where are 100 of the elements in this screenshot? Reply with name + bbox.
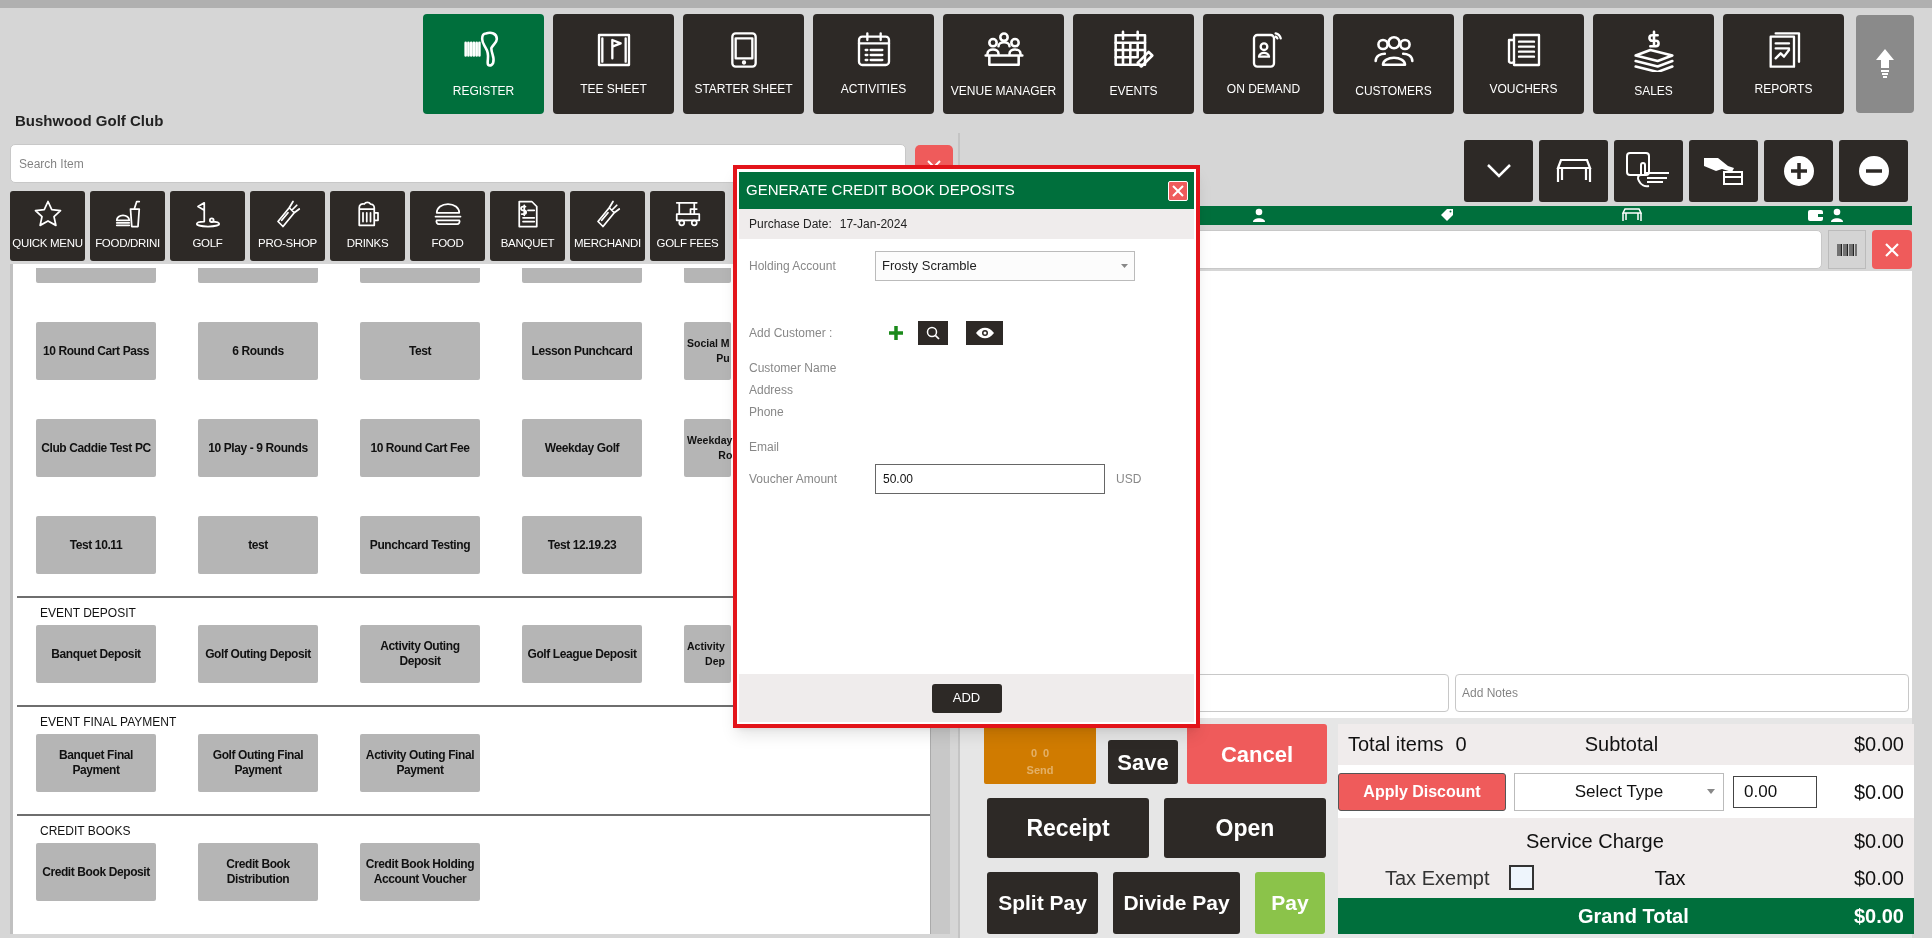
- item-tile[interactable]: Golf Outing Final Payment: [198, 734, 318, 792]
- plus-circle-icon: [1782, 155, 1815, 187]
- item-tile[interactable]: [36, 268, 156, 283]
- add-customer-label: Add Customer :: [749, 325, 834, 342]
- category-button[interactable]: PRO-SHOP: [250, 191, 325, 261]
- item-tile[interactable]: 10 Round Cart Fee: [360, 419, 480, 477]
- item-tile[interactable]: Activity Dep: [684, 625, 731, 683]
- category-button[interactable]: QUICK MENU: [10, 191, 85, 261]
- nav-button[interactable]: ON DEMAND: [1203, 14, 1324, 114]
- item-tile[interactable]: Golf Outing Deposit: [198, 625, 318, 683]
- toolbar-button[interactable]: [1614, 140, 1683, 202]
- item-tile[interactable]: Test 12.19.23: [522, 516, 642, 574]
- category-button[interactable]: GOLF FEES: [650, 191, 725, 261]
- action-button[interactable]: Receipt: [987, 798, 1149, 858]
- purchase-date-value: 17-Jan-2024: [839, 216, 908, 233]
- item-tile[interactable]: Weekday Golf: [522, 419, 642, 477]
- nav-button[interactable]: ACTIVITIES: [813, 14, 934, 114]
- item-tile[interactable]: [684, 268, 731, 283]
- category-button[interactable]: FOOD/DRINI: [90, 191, 165, 261]
- action-button[interactable]: Split Pay: [987, 872, 1098, 934]
- category-button[interactable]: FOOD: [410, 191, 485, 261]
- item-tile[interactable]: Activity Outing Deposit: [360, 625, 480, 683]
- search-field[interactable]: Search Item: [10, 144, 906, 183]
- item-tile[interactable]: [198, 268, 318, 283]
- item-tile[interactable]: Banquet Deposit: [36, 625, 156, 683]
- nav-button[interactable]: REGISTER: [423, 14, 544, 114]
- tax-exempt-checkbox[interactable]: [1509, 865, 1535, 891]
- item-tile[interactable]: 10 Play - 9 Rounds: [198, 419, 318, 477]
- tax-value: $0.00: [1853, 865, 1904, 891]
- discount-type-select[interactable]: Select Type: [1514, 772, 1724, 811]
- item-tile[interactable]: Social M Pu: [684, 322, 731, 380]
- clear-button[interactable]: [1872, 230, 1912, 269]
- nav-button[interactable]: REPORTS: [1723, 14, 1844, 114]
- toolbar-button[interactable]: [1764, 140, 1833, 202]
- service-charge-label: Service Charge: [1526, 828, 1664, 854]
- toolbar-button[interactable]: [1689, 140, 1758, 202]
- nav-button[interactable]: TEE SHEET: [553, 14, 674, 114]
- nav-button[interactable]: CUSTOMERS: [1333, 14, 1454, 114]
- person-icon: [1830, 208, 1844, 222]
- category-button[interactable]: DRINKS: [330, 191, 405, 261]
- nav-button[interactable]: SALES: [1593, 14, 1714, 114]
- customer-field-label: Email: [749, 439, 780, 456]
- plus-icon: [889, 326, 903, 340]
- discount-value-field[interactable]: 0.00: [1733, 775, 1817, 808]
- caret-icon: [1121, 264, 1128, 268]
- item-tile[interactable]: Club Caddie Test PC: [36, 419, 156, 477]
- voucher-amount-label: Voucher Amount: [749, 471, 839, 488]
- action-button[interactable]: Divide Pay: [1113, 872, 1240, 934]
- search-icon: [926, 326, 940, 340]
- item-tile[interactable]: Activity Outing Final Payment: [360, 734, 480, 792]
- grand-total-label: Grand Total: [1578, 904, 1689, 929]
- item-tile[interactable]: [522, 268, 642, 283]
- discount-amount-value: $0.00: [1853, 779, 1904, 805]
- close-button[interactable]: [1168, 180, 1188, 201]
- item-tile[interactable]: 6 Rounds: [198, 322, 318, 380]
- item-tile[interactable]: Weekday Ro: [684, 419, 731, 477]
- barcode-button[interactable]: [1828, 230, 1866, 269]
- action-button[interactable]: Save: [1108, 740, 1178, 784]
- toolbar-button[interactable]: [1539, 140, 1608, 202]
- item-tile[interactable]: Credit Book Distribution: [198, 843, 318, 901]
- item-tile[interactable]: Test 10.11: [36, 516, 156, 574]
- toolbar-button[interactable]: [1839, 140, 1908, 202]
- category-button[interactable]: BANQUET: [490, 191, 565, 261]
- action-button[interactable]: Open: [1164, 798, 1326, 858]
- item-tile[interactable]: Credit Book Deposit: [36, 843, 156, 901]
- nav-button[interactable]: VOUCHERS: [1463, 14, 1584, 114]
- add-button[interactable]: ADD: [931, 683, 1002, 713]
- nav-button[interactable]: VENUE MANAGER: [943, 14, 1064, 114]
- item-tile[interactable]: Golf League Deposit: [522, 625, 642, 683]
- table-icon: [1555, 158, 1592, 184]
- item-tile[interactable]: [360, 268, 480, 283]
- item-tile[interactable]: 10 Round Cart Pass: [36, 322, 156, 380]
- tax-exempt-label: Tax Exempt: [1385, 865, 1490, 891]
- eye-icon: [974, 327, 995, 339]
- total-items-value: 0: [1455, 732, 1467, 758]
- add-customer-button[interactable]: [889, 326, 903, 340]
- category-button[interactable]: MERCHANDI: [570, 191, 645, 261]
- item-tile[interactable]: Lesson Punchcard: [522, 322, 642, 380]
- customer-field-label: Phone: [749, 404, 785, 421]
- grand-total-value: $0.00: [1853, 904, 1904, 929]
- barcode-icon: [1837, 243, 1857, 256]
- category-button[interactable]: GOLF: [170, 191, 245, 261]
- nav-button[interactable]: EVENTS: [1073, 14, 1194, 114]
- view-customer-button[interactable]: [966, 321, 1003, 345]
- currency-label: USD: [1116, 471, 1142, 488]
- voucher-amount-field[interactable]: 50.00: [875, 464, 1105, 494]
- close-icon: [1884, 241, 1900, 258]
- dialog-title: GENERATE CREDIT BOOK DEPOSITS: [746, 180, 1015, 201]
- search-customer-button[interactable]: [918, 321, 948, 345]
- item-tile[interactable]: Credit Book Holding Account Voucher: [360, 843, 480, 901]
- item-tile[interactable]: test: [198, 516, 318, 574]
- close-icon: [1172, 184, 1184, 197]
- nav-button[interactable]: STARTER SHEET: [683, 14, 804, 114]
- item-tile[interactable]: Test: [360, 322, 480, 380]
- tax-label: Tax: [1654, 865, 1686, 891]
- scroll-up-button[interactable]: [1856, 15, 1914, 113]
- holding-account-select[interactable]: Frosty Scramble: [875, 251, 1135, 281]
- item-tile[interactable]: Banquet Final Payment: [36, 734, 156, 792]
- item-tile[interactable]: Punchcard Testing: [360, 516, 480, 574]
- notes-field[interactable]: Add Notes: [1455, 674, 1909, 712]
